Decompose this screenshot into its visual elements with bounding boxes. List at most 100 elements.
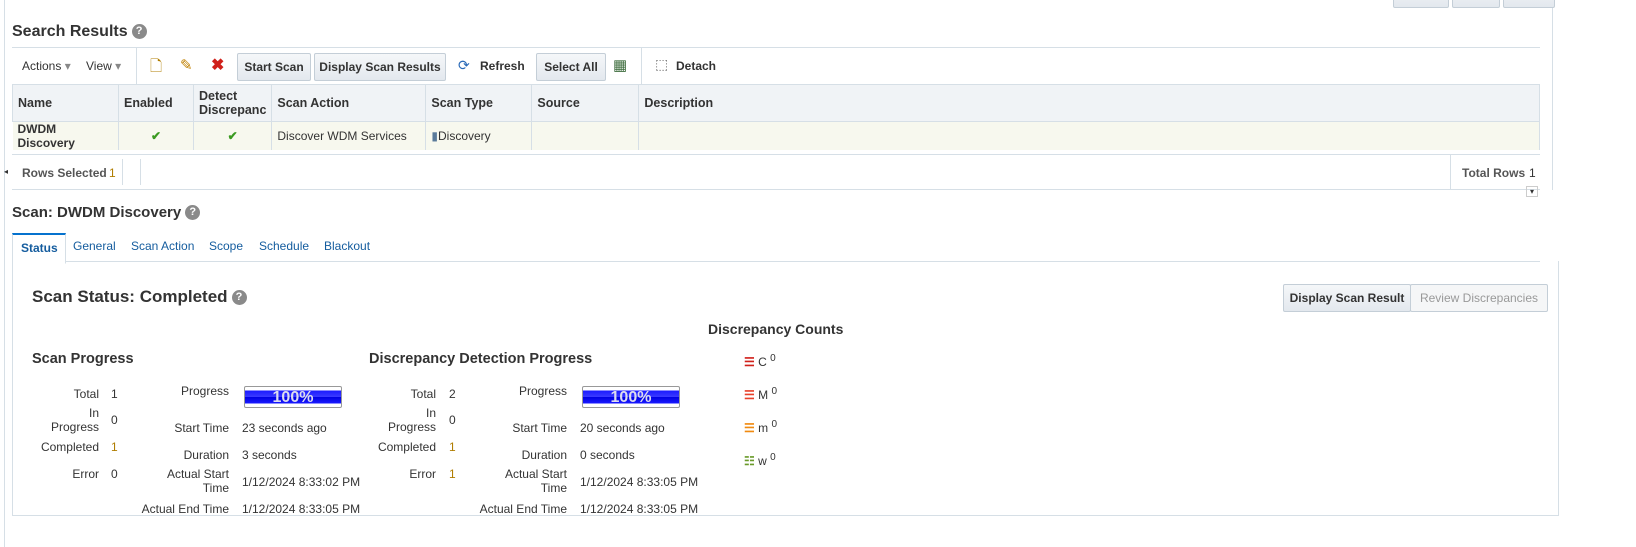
total-value: 2 <box>449 387 456 401</box>
display-scan-result-button[interactable]: Display Scan Result <box>1283 284 1411 312</box>
total-value: 1 <box>111 387 118 401</box>
col-source[interactable]: Source <box>531 84 640 122</box>
help-icon[interactable]: ? <box>185 205 201 220</box>
start-scan-button[interactable]: Start Scan <box>237 53 311 81</box>
discovery-icon: ▮ <box>431 129 438 143</box>
in-progress-label: In Progress <box>387 406 436 434</box>
actual-end-value: 1/12/2024 8:33:05 PM <box>242 502 361 516</box>
chevron-down-icon: ▾ <box>64 59 71 73</box>
scroll-left-icon[interactable]: ◂ <box>4 167 8 176</box>
refresh-button[interactable]: Refresh <box>480 59 525 73</box>
divider <box>136 48 137 84</box>
divider <box>140 159 141 185</box>
total-rows-count: 1 <box>1529 166 1536 180</box>
error-value: 1 <box>449 467 456 481</box>
check-icon: ✔ <box>193 121 273 150</box>
view-label: View <box>86 59 112 73</box>
col-detect-discrepancy[interactable]: Detect Discrepanc <box>192 84 273 122</box>
review-discrepancies-button[interactable]: Review Discrepancies <box>1410 284 1548 312</box>
completed-label: Completed <box>40 440 99 454</box>
count-label: M <box>758 388 769 402</box>
actual-end-value: 1/12/2024 8:33:05 PM <box>580 502 699 516</box>
minor-icon: ☰ <box>744 421 755 435</box>
table-row[interactable]: DWDM Discovery ✔ ✔ Discover WDM Services… <box>12 121 1540 150</box>
total-rows-label: Total Rows <box>1462 166 1526 180</box>
tab-scan-action[interactable]: Scan Action <box>131 239 194 253</box>
cell-name: DWDM Discovery <box>12 121 119 150</box>
warning-icon: ☷ <box>744 454 755 468</box>
total-label: Total <box>410 387 436 401</box>
cell-description <box>638 121 1540 150</box>
count-value: 0 <box>771 386 778 397</box>
delete-icon[interactable]: ✖ <box>211 55 224 75</box>
tab-schedule[interactable]: Schedule <box>259 239 309 253</box>
tab-blackout[interactable]: Blackout <box>324 239 370 253</box>
actual-end-label: Actual End Time <box>141 502 229 516</box>
tab-status[interactable]: Status <box>12 233 66 264</box>
duration-label: Duration <box>183 448 229 462</box>
detection-progress-bar: 100% <box>582 386 680 408</box>
view-menu[interactable]: View ▾ <box>86 59 121 73</box>
cell-scan-type: ▮Discovery <box>425 121 533 150</box>
start-time-label: Start Time <box>512 421 567 435</box>
count-label: w <box>758 454 767 468</box>
page-right-border <box>1552 0 1553 190</box>
col-scan-type[interactable]: Scan Type <box>425 84 533 122</box>
progress-label: Progress <box>518 384 567 398</box>
display-scan-results-button[interactable]: Display Scan Results <box>314 53 446 81</box>
col-name[interactable]: Name <box>12 84 119 122</box>
start-time-value: 20 seconds ago <box>580 421 665 435</box>
count-label: m <box>758 421 769 435</box>
search-results-title: Search Results? <box>12 23 147 41</box>
actual-start-label: Actual Start Time <box>166 467 229 495</box>
count-value: 0 <box>770 353 776 364</box>
top-button-3[interactable] <box>1503 0 1555 8</box>
start-time-label: Start Time <box>174 421 229 435</box>
in-progress-value: 0 <box>449 413 456 427</box>
actions-label: Actions <box>22 59 62 73</box>
search-toolbar: Actions ▾ View ▾ 🗋 ✎ ✖ Start Scan Displa… <box>12 47 1540 85</box>
top-button-1[interactable] <box>1393 0 1449 8</box>
tab-label: Status <box>21 241 58 255</box>
splitter-toggle-icon[interactable]: ▾ <box>1526 186 1539 197</box>
scan-status-title: Scan Status: Completed? <box>32 287 247 307</box>
actual-start-label: Actual Start Time <box>504 467 567 495</box>
actions-menu[interactable]: Actions ▾ <box>22 59 71 73</box>
scan-status-text: Scan Status: Completed <box>32 287 228 306</box>
col-scan-action[interactable]: Scan Action <box>271 84 427 122</box>
duration-value: 0 seconds <box>580 448 635 462</box>
start-time-value: 23 seconds ago <box>242 421 327 435</box>
in-progress-value: 0 <box>111 413 118 427</box>
detach-icon[interactable]: ⬚ <box>655 56 668 73</box>
col-description[interactable]: Description <box>638 84 1540 122</box>
scan-title: Scan: DWDM Discovery? <box>12 204 201 221</box>
help-icon[interactable]: ? <box>131 24 147 39</box>
refresh-icon[interactable]: ⟳ <box>458 57 470 74</box>
detection-progress-title: Discrepancy Detection Progress <box>369 351 593 367</box>
tab-general[interactable]: General <box>73 239 116 253</box>
chevron-down-icon: ▾ <box>115 59 122 73</box>
export-excel-icon[interactable]: ▦ <box>613 56 627 74</box>
tab-scope[interactable]: Scope <box>209 239 243 253</box>
check-icon: ✔ <box>118 121 194 150</box>
select-all-button[interactable]: Select All <box>536 53 606 81</box>
divider <box>1450 155 1451 189</box>
table-header-row: Name Enabled Detect Discrepanc Scan Acti… <box>12 84 1540 122</box>
actual-end-label: Actual End Time <box>479 502 567 516</box>
count-label: C <box>758 355 767 369</box>
divider <box>641 48 642 84</box>
completed-value: 1 <box>111 440 118 454</box>
help-icon[interactable]: ? <box>231 290 247 305</box>
col-enabled[interactable]: Enabled <box>118 84 194 122</box>
top-button-2[interactable] <box>1452 0 1500 8</box>
edit-pencil-icon[interactable]: ✎ <box>180 56 193 74</box>
critical-count: ☰ C 0 <box>744 353 776 369</box>
search-results-title-text: Search Results <box>12 23 128 40</box>
scan-progress-title: Scan Progress <box>32 351 134 367</box>
create-icon[interactable]: 🗋 <box>150 56 162 81</box>
total-label: Total <box>73 387 99 401</box>
page-left-border <box>4 0 5 547</box>
detach-button[interactable]: Detach <box>676 59 716 73</box>
progress-label: Progress <box>180 384 229 398</box>
duration-value: 3 seconds <box>242 448 297 462</box>
